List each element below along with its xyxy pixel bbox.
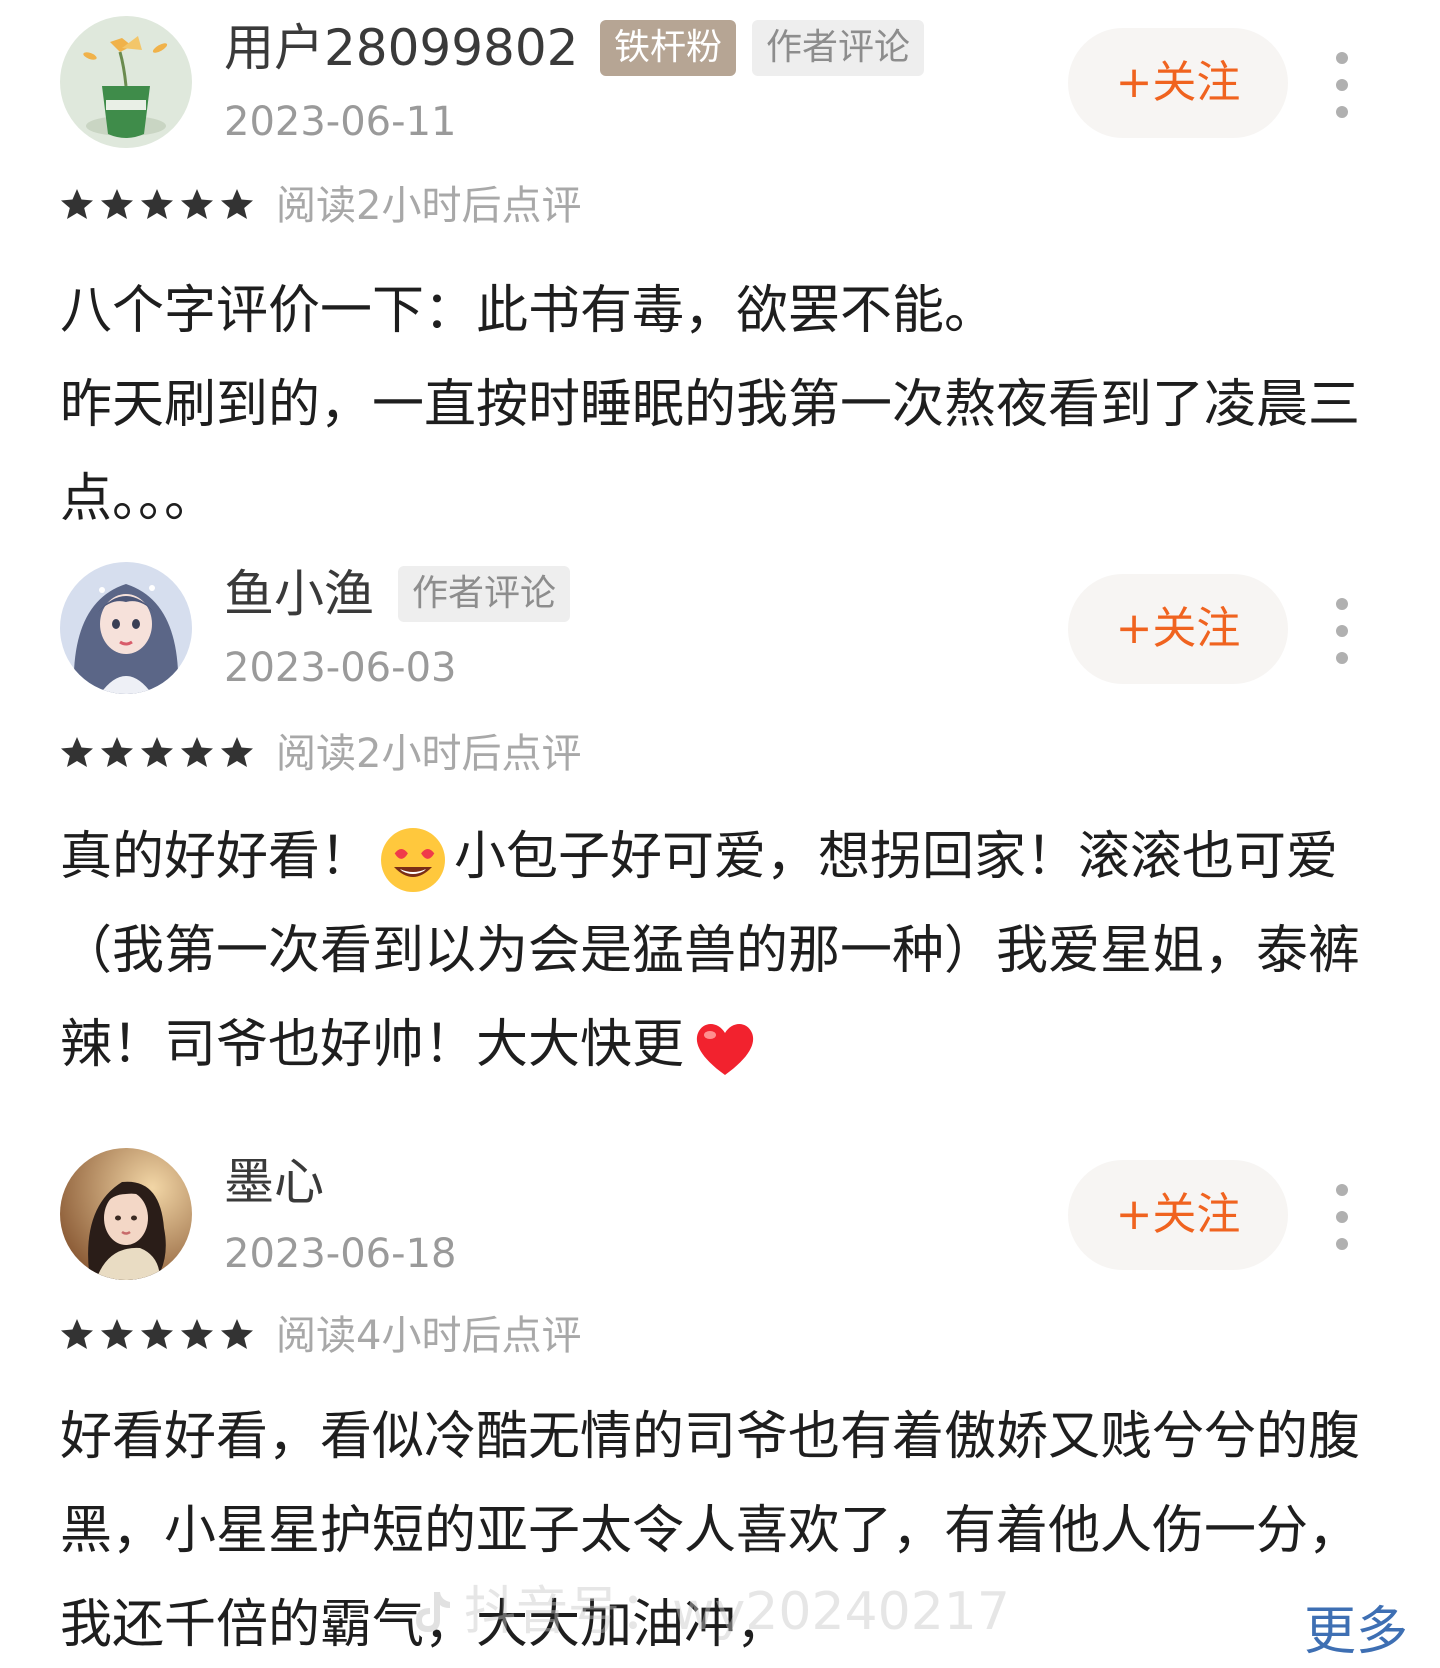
photo-girl-icon [60, 1148, 192, 1280]
follow-button[interactable]: +关注 [1068, 1160, 1288, 1270]
fan-badge: 铁杆粉 [600, 20, 737, 76]
more-options-icon[interactable] [1330, 596, 1354, 666]
star-rating [60, 186, 260, 226]
stars-icon [61, 189, 253, 219]
more-options-icon[interactable] [1330, 50, 1354, 120]
review-content-text: 好看好看，看似冷酷无情的司爷也有着傲娇又贱兮兮的腹黑，小星星护短的亚子太令人喜欢… [60, 1407, 1361, 1655]
author-comment-badge: 作者评论 [398, 566, 571, 622]
expand-more-link[interactable]: 更多 [1264, 1600, 1409, 1664]
rating-note: 阅读2小时后点评 [276, 731, 582, 777]
anime-girl-icon [60, 562, 192, 694]
rating-note: 阅读2小时后点评 [276, 183, 582, 229]
review-content[interactable]: 好看好看，看似冷酷无情的司爷也有着傲娇又贱兮兮的腹黑，小星星护短的亚子太令人喜欢… [60, 1390, 1380, 1668]
username[interactable]: 鱼小渔 [224, 564, 374, 624]
username[interactable]: 墨心 [224, 1152, 324, 1212]
plant-icon [60, 16, 192, 148]
follow-button[interactable]: +关注 [1068, 28, 1288, 138]
avatar[interactable] [60, 1148, 192, 1280]
star-rating [60, 734, 260, 774]
review-content[interactable]: 八个字评价一下：此书有毒，欲罢不能。 昨天刷到的，一直按时睡眠的我第一次熬夜看到… [60, 264, 1380, 546]
more-options-icon[interactable] [1330, 1182, 1354, 1252]
review-content[interactable]: 真的好好看！ 小包子好可爱，想拐回家！滚滚也可爱（我第一次看到以为会是猛兽的那一… [60, 810, 1380, 1092]
stars-icon [61, 1319, 253, 1349]
review-date: 2023-06-03 [224, 645, 457, 691]
star-rating [60, 1316, 260, 1356]
review-content-text: 真的好好看！ [60, 827, 373, 887]
avatar[interactable] [60, 562, 192, 694]
red-heart-emoji [696, 1024, 754, 1075]
review-date: 2023-06-18 [224, 1231, 457, 1277]
rating-note: 阅读4小时后点评 [276, 1313, 582, 1359]
author-comment-badge: 作者评论 [752, 20, 925, 76]
review-date: 2023-06-11 [224, 99, 457, 145]
username[interactable]: 用户28099802 [224, 18, 579, 78]
heart-eyes-emoji [381, 828, 446, 892]
review-content-line: 八个字评价一下：此书有毒，欲罢不能。 [60, 281, 997, 341]
follow-button[interactable]: +关注 [1068, 574, 1288, 684]
review-content-line: 昨天刷到的，一直按时睡眠的我第一次熬夜看到了凌晨三点。。。 [60, 375, 1361, 529]
stars-icon [61, 737, 253, 767]
avatar[interactable] [60, 16, 192, 148]
